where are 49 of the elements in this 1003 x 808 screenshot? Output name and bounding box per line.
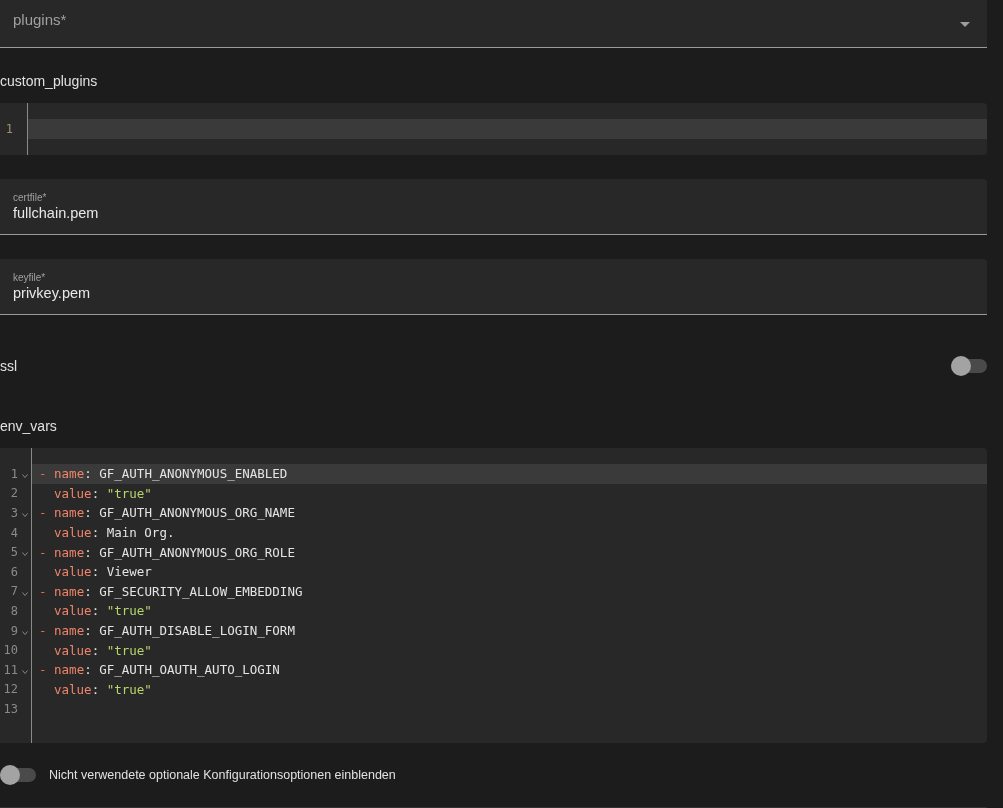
code-line: value: "true" [54,681,152,697]
code-line: - name: GF_SECURITY_ALLOW_EMBEDDING [39,583,303,599]
line-number: 5 [9,545,18,560]
code-line: value: Viewer [54,564,152,580]
code-line: - name: GF_AUTH_ANONYMOUS_ORG_NAME [39,505,295,521]
fold-chevron-icon [22,474,28,478]
fold-chevron-icon [22,513,28,518]
fold-chevron-icon [22,669,28,674]
plugins-dropdown[interactable]: plugins* [0,0,987,48]
line-number: 12 [2,682,18,697]
code-line: - name: GF_AUTH_ANONYMOUS_ORG_ROLE [39,544,295,560]
line-number: 2 [9,486,18,501]
setting-label: ssl [0,358,18,374]
field-value: fullchain.pem [13,203,100,222]
fold-chevron-icon [22,552,28,557]
toggle-label: Nicht verwendete optionale Konfigurationsoptionen einblenden [49,767,396,782]
code-line: - name: GF_AUTH_DISABLE_LOGIN_FORM [39,623,295,639]
line-number: 11 [2,662,18,677]
section-label: env_vars [0,418,58,434]
field-label: keyfile* [13,271,47,284]
line-number: 1 [9,466,18,481]
code-line: value: "true" [54,642,152,658]
text-field[interactable]: certfile* fullchain.pem [0,179,987,235]
text-field[interactable]: keyfile* privkey.pem [0,259,987,315]
fold-chevron-icon [22,591,28,596]
code-line: value: Main Org. [54,525,175,541]
line-number: 1 [4,121,13,136]
code-line: - name: GF_AUTH_ANONYMOUS_ENABLED [39,466,288,482]
line-number: 7 [9,584,18,599]
line-number: 13 [2,701,18,716]
fold-chevron-icon [22,630,28,635]
toggle-switch[interactable] [0,767,36,782]
code-line: value: "true" [54,603,152,619]
dropdown-value: plugins* [13,11,67,28]
code-editor[interactable] [0,448,987,743]
code-line: value: "true" [54,485,152,501]
dropdown-caret-icon [960,22,970,27]
section-label: custom_plugins [0,73,99,89]
toggle-switch[interactable] [951,359,987,373]
field-label: certfile* [13,191,48,204]
line-number: 3 [9,506,18,520]
code-editor[interactable]: 1 [0,103,987,155]
field-value: privkey.pem [13,283,92,302]
line-number: 9 [9,623,18,638]
line-number: 8 [9,603,18,618]
line-number: 4 [9,525,18,540]
line-number: 6 [9,564,18,579]
line-number: 10 [2,643,18,658]
code-line: - name: GF_AUTH_OAUTH_AUTO_LOGIN [39,662,280,678]
